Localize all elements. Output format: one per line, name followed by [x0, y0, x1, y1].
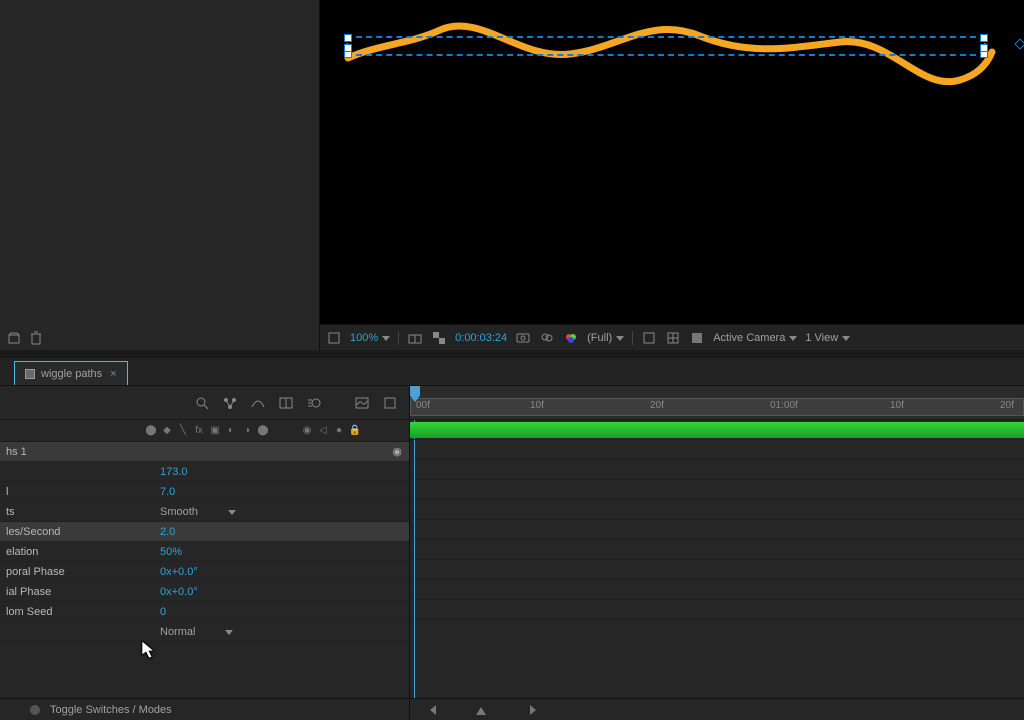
zoom-dropdown[interactable]: 100%: [350, 332, 390, 344]
column-headers: ⬤ ◆╲fx▣◐◑⬤ ◉◁●🔒: [0, 420, 409, 442]
temporal-phase-value[interactable]: 0x+0.0°: [140, 566, 198, 578]
viewer-grid-icon[interactable]: [326, 330, 342, 346]
av-features-icon: ⬤: [144, 425, 158, 436]
timeline-tabs: wiggle paths ×: [0, 358, 1024, 386]
property-group-header[interactable]: hs 1 ◉: [0, 442, 409, 462]
search-icon[interactable]: [193, 394, 211, 412]
frame-blend-icon[interactable]: [277, 394, 295, 412]
resolution-half-icon[interactable]: [407, 330, 423, 346]
comp-mini-flowchart-icon[interactable]: [221, 394, 239, 412]
timeline-tracks[interactable]: [410, 420, 1024, 698]
wiggles-value[interactable]: 2.0: [140, 526, 175, 538]
layer-duration-bar[interactable]: [410, 422, 1024, 438]
detail-value[interactable]: 7.0: [140, 486, 175, 498]
visibility-icon[interactable]: ◉: [392, 445, 402, 458]
property-detail[interactable]: l 7.0: [0, 482, 409, 502]
composition-tab[interactable]: wiggle paths ×: [14, 361, 128, 385]
zoom-out-icon[interactable]: [430, 705, 436, 715]
current-time-display[interactable]: 0:00:03:24: [455, 332, 507, 344]
comp-swatch-icon: [25, 369, 35, 379]
shy-icon[interactable]: [249, 394, 267, 412]
property-points[interactable]: ts Smooth: [0, 502, 409, 522]
property-correlation[interactable]: elation 50%: [0, 542, 409, 562]
timeline-toolbar: [0, 386, 409, 420]
color-mgmt-icon[interactable]: [563, 330, 579, 346]
points-dropdown[interactable]: Smooth: [140, 506, 236, 518]
graph-editor-icon[interactable]: [353, 394, 371, 412]
property-wiggles-second[interactable]: les/Second 2.0: [0, 522, 409, 542]
timeline-layer-panel: ⬤ ◆╲fx▣◐◑⬤ ◉◁●🔒 hs 1 ◉ 173.0 l 7.0 ts: [0, 386, 410, 720]
timeline-footer-right: [410, 698, 1024, 720]
motion-blur-icon[interactable]: [305, 394, 323, 412]
property-temporal-phase[interactable]: poral Phase 0x+0.0°: [0, 562, 409, 582]
trash-icon[interactable]: [28, 330, 44, 346]
time-ruler[interactable]: 00f 10f 20f 01:00f 10f 20f: [410, 386, 1024, 420]
spatial-phase-value[interactable]: 0x+0.0°: [140, 586, 198, 598]
snapshot-icon[interactable]: [515, 330, 531, 346]
layer-bounding-box[interactable]: [346, 36, 986, 56]
shape-layer-path: [320, 0, 1020, 160]
correlation-value[interactable]: 50%: [140, 546, 182, 558]
resolution-dropdown[interactable]: (Full): [587, 332, 624, 344]
tab-close-icon[interactable]: ×: [110, 368, 116, 380]
zoom-in-icon[interactable]: [530, 705, 536, 715]
viewer-toolbar: 100% 0:00:03:24 (Full) Active Camera 1 V…: [320, 324, 1024, 350]
timeline-footer-left: Toggle Switches / Modes: [0, 698, 409, 720]
tab-label: wiggle paths: [41, 368, 102, 380]
zoom-knob-icon[interactable]: [30, 705, 40, 715]
zoom-slider-icon[interactable]: [476, 705, 490, 715]
show-snapshot-icon[interactable]: [539, 330, 555, 346]
composition-viewer: 100% 0:00:03:24 (Full) Active Camera 1 V…: [320, 0, 1024, 350]
property-size[interactable]: 173.0: [0, 462, 409, 482]
size-value[interactable]: 173.0: [140, 466, 188, 478]
toggle-switches-button[interactable]: Toggle Switches / Modes: [50, 704, 172, 716]
expand-icon[interactable]: [381, 394, 399, 412]
camera-view-dropdown[interactable]: Active Camera: [713, 332, 797, 344]
mask-icon[interactable]: [689, 330, 705, 346]
current-time-indicator-line: [414, 420, 415, 698]
project-panel: [0, 0, 320, 350]
random-seed-value[interactable]: 0: [140, 606, 166, 618]
layer-track[interactable]: [410, 420, 1024, 440]
property-blend-mode[interactable]: Normal: [0, 622, 409, 642]
property-random-seed[interactable]: lom Seed 0: [0, 602, 409, 622]
guides-icon[interactable]: [665, 330, 681, 346]
timeline-tracks-panel: 00f 10f 20f 01:00f 10f 20f: [410, 386, 1024, 720]
transparency-grid-icon[interactable]: [431, 330, 447, 346]
blend-mode-dropdown[interactable]: Normal: [140, 626, 233, 638]
region-icon[interactable]: [641, 330, 657, 346]
property-spatial-phase[interactable]: ial Phase 0x+0.0°: [0, 582, 409, 602]
num-views-dropdown[interactable]: 1 View: [805, 332, 850, 344]
composition-canvas[interactable]: [320, 0, 1024, 324]
bin-icon[interactable]: [6, 330, 22, 346]
